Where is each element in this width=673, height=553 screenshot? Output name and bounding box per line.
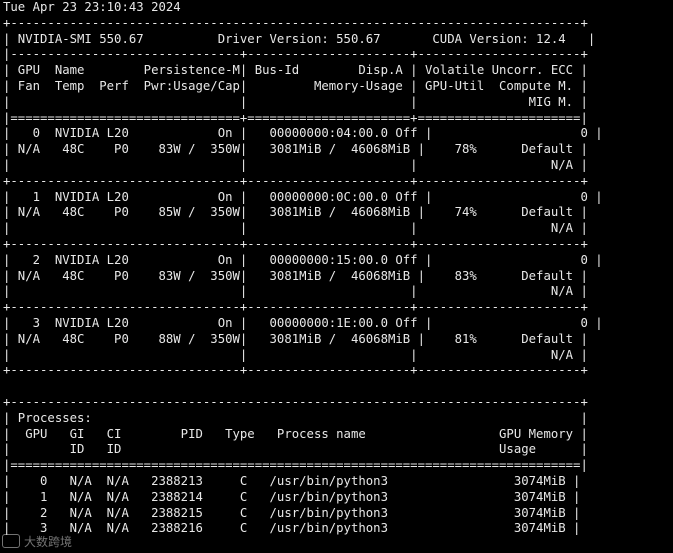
terminal-line: |===============================+=======…: [3, 110, 588, 125]
terminal-line: | 3 NVIDIA L20 On | 00000000:1E:00.0 Off…: [3, 315, 603, 330]
terminal-line: | Fan Temp Perf Pwr:Usage/Cap| Memory-Us…: [3, 78, 588, 93]
watermark: 大数跨境: [2, 531, 72, 551]
terminal-line: | ID ID Usage |: [3, 442, 588, 457]
terminal-line: +-------------------------------+-------…: [3, 236, 588, 251]
terminal-line: | N/A 48C P0 88W / 350W| 3081MiB / 46068…: [3, 331, 588, 346]
terminal-line: | | | N/A |: [3, 221, 588, 236]
watermark-text: 大数跨境: [24, 534, 73, 549]
terminal-line: | | | N/A |: [3, 284, 588, 299]
terminal-line: | GPU GI CI PID Type Process name GPU Me…: [3, 426, 588, 441]
terminal-line: | 0 NVIDIA L20 On | 00000000:04:00.0 Off…: [3, 126, 603, 141]
terminal-line: | 1 NVIDIA L20 On | 00000000:0C:00.0 Off…: [3, 189, 603, 204]
terminal-line: | | | N/A |: [3, 347, 588, 362]
terminal-line: | 3 N/A N/A 2388216 C /usr/bin/python3 3…: [3, 521, 581, 536]
terminal-line: | N/A 48C P0 83W / 350W| 3081MiB / 46068…: [3, 268, 588, 283]
terminal-output: Tue Apr 23 23:10:43 2024 +---------------…: [3, 0, 603, 537]
terminal-line: | | | MIG M. |: [3, 94, 588, 109]
terminal-line: |-------------------------------+-------…: [3, 47, 588, 62]
terminal-line: | 0 N/A N/A 2388213 C /usr/bin/python3 3…: [3, 473, 581, 488]
terminal-line: +-------------------------------+-------…: [3, 300, 588, 315]
terminal-line: +-------------------------------+-------…: [3, 173, 588, 188]
terminal-line: +---------------------------------------…: [3, 394, 588, 409]
watermark-logo: [2, 534, 20, 548]
terminal-line: | NVIDIA-SMI 550.67 Driver Version: 550.…: [3, 31, 596, 46]
terminal-line: |=======================================…: [3, 458, 588, 473]
terminal-line: | | | N/A |: [3, 157, 588, 172]
terminal-line: | Processes: |: [3, 410, 588, 425]
terminal-timestamp: Tue Apr 23 23:10:43 2024: [3, 0, 181, 14]
terminal-line: | GPU Name Persistence-M| Bus-Id Disp.A …: [3, 63, 588, 78]
terminal-line: | N/A 48C P0 85W / 350W| 3081MiB / 46068…: [3, 205, 588, 220]
terminal-line: | N/A 48C P0 83W / 350W| 3081MiB / 46068…: [3, 142, 588, 157]
terminal-line: | 1 N/A N/A 2388214 C /usr/bin/python3 3…: [3, 489, 581, 504]
terminal-line: | 2 NVIDIA L20 On | 00000000:15:00.0 Off…: [3, 252, 603, 267]
terminal-line: +-------------------------------+-------…: [3, 363, 588, 378]
terminal-line: | 2 N/A N/A 2388215 C /usr/bin/python3 3…: [3, 505, 581, 520]
terminal-line: +---------------------------------------…: [3, 15, 588, 30]
